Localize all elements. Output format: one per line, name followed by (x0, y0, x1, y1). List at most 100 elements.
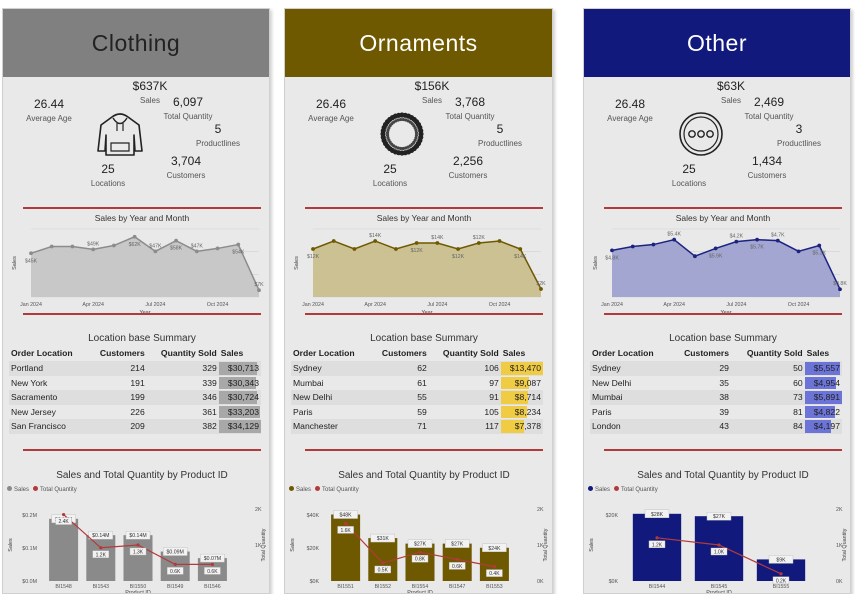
x-tick-label: BI1546 (204, 584, 221, 590)
combo-chart-title: Sales and Total Quantity by Product ID (637, 470, 809, 481)
table-row[interactable]: Sydney 62 106 $13,470 (291, 361, 543, 376)
sales-point (796, 249, 801, 254)
data-label: $7K (254, 282, 264, 288)
kpi-customers-label: Customers (747, 171, 787, 180)
legend-item[interactable]: Sales (289, 486, 311, 493)
table-row[interactable]: New Delhi 35 60 $4,954 (590, 376, 842, 391)
table-row[interactable]: San Francisco 209 382 $34,129 (9, 419, 261, 434)
column-header[interactable]: Customers (370, 345, 429, 361)
column-header[interactable]: Sales (805, 345, 842, 361)
customers-cell: 59 (417, 406, 427, 417)
sales-cell: $30,343 (218, 376, 261, 391)
data-label: $58K (170, 246, 183, 252)
legend-item[interactable]: Sales (7, 486, 29, 493)
column-header[interactable]: Customers (671, 345, 731, 361)
hoodie-outline (97, 113, 143, 156)
quantity-value-label: 1.6K (340, 528, 351, 534)
customers-cell: 209 (87, 419, 147, 434)
y-right-axis-label: Total Quantity (842, 528, 848, 561)
location-cell: Sydney (590, 361, 671, 376)
hoodie-hood (112, 117, 128, 125)
combo-chart-legend: Sales Total Quantity (588, 486, 658, 493)
sales-cell: $30,713 (218, 361, 261, 376)
table-row[interactable]: New York 191 339 $30,343 (9, 376, 261, 391)
legend-item[interactable]: Total Quantity (315, 486, 359, 493)
column-header[interactable]: Order Location (291, 345, 370, 361)
data-label: $49K (87, 241, 100, 247)
sales-bar (49, 518, 79, 581)
kpi-productlines: 5 Productlines (471, 122, 529, 148)
column-header[interactable]: Sales (501, 345, 543, 361)
column-header[interactable]: Order Location (9, 345, 88, 361)
table-row[interactable]: Portland 214 329 $30,713 (9, 361, 261, 376)
location-cell: Sydney (291, 361, 370, 376)
line-chart-title: Sales by Year and Month (675, 213, 771, 223)
divider (305, 449, 543, 451)
button-hole (697, 130, 705, 138)
sales-point (672, 237, 677, 242)
sales-value: $33,203 (227, 406, 259, 417)
y-right-tick: 0K (836, 579, 843, 585)
customers-cell: 35 (719, 377, 729, 388)
legend-item[interactable]: Sales (588, 486, 610, 493)
sales-point (236, 242, 241, 247)
sales-value: $8,234 (514, 406, 541, 417)
bar-value-label: $27K (713, 514, 726, 520)
kpi-total-quantity-value: 6,097 (172, 95, 204, 109)
table-row[interactable]: Mumbai 61 97 $9,087 (291, 376, 543, 391)
sales-point (91, 247, 96, 252)
combo-chart-title: Sales and Total Quantity by Product ID (338, 470, 510, 481)
table-row[interactable]: Mumbai 38 73 $5,891 (590, 390, 842, 405)
customers-cell: 226 (130, 406, 145, 417)
legend-swatch (614, 486, 620, 491)
table-row[interactable]: Manchester 71 117 $7,378 (291, 419, 543, 434)
sales-cell: $5,891 (804, 390, 842, 405)
column-header[interactable]: Quantity Sold (731, 345, 805, 361)
x-axis-label: Product ID (706, 590, 732, 593)
x-tick-label: Oct 2024 (207, 302, 229, 308)
panel-title: Clothing (3, 9, 269, 77)
sales-bar (160, 551, 190, 581)
kpi-average-age-label: Average Age (26, 114, 72, 123)
table-header-row: Order Location Customers Quantity Sold Sale… (9, 345, 261, 361)
y-left-axis-label: Sales (290, 538, 296, 552)
table-row[interactable]: Paris 59 105 $8,234 (291, 405, 543, 420)
y-left-tick: $20K (606, 513, 619, 519)
x-tick-label: Jul 2024 (427, 302, 447, 308)
column-header[interactable]: Customers (88, 345, 147, 361)
button-icon (679, 112, 723, 156)
legend-item[interactable]: Total Quantity (614, 486, 658, 493)
column-header[interactable]: Quantity Sold (147, 345, 219, 361)
sales-area (313, 241, 541, 297)
legend-label: Sales (296, 487, 312, 493)
x-tick-label: Oct 2024 (489, 302, 511, 308)
legend-item[interactable]: Total Quantity (33, 486, 77, 493)
sales-value: $30,724 (227, 392, 259, 403)
quantity-point (381, 561, 385, 565)
table-row[interactable]: Paris 39 81 $4,822 (590, 405, 842, 420)
panel-title: Ornaments (285, 9, 552, 77)
column-header[interactable]: Sales (219, 345, 261, 361)
customers-cell: 214 (87, 361, 147, 376)
y-left-tick: $0.2M (22, 513, 37, 519)
kpi-average-age-value: 26.48 (614, 97, 646, 111)
x-tick-label: BI1544 (649, 584, 666, 590)
customers-cell: 61 (417, 377, 427, 388)
kpi-locations: 25 Locations (365, 162, 415, 188)
table-row[interactable]: Sacramento 199 346 $30,724 (9, 390, 261, 405)
divider (604, 207, 842, 209)
sales-value: $8,714 (514, 392, 541, 403)
table-row[interactable]: New Delhi 55 91 $8,714 (291, 390, 543, 405)
table-row[interactable]: New Jersey 226 361 $33,203 (9, 405, 261, 420)
kpi-customers-label: Customers (166, 171, 206, 180)
table-row[interactable]: Sydney 29 50 $5,557 (590, 361, 842, 376)
kpi-productlines-value: 5 (496, 122, 504, 136)
sales-value: $30,343 (227, 377, 259, 388)
column-header[interactable]: Quantity Sold (429, 345, 501, 361)
table-title: Location base Summary (669, 333, 777, 344)
table-row[interactable]: London 43 84 $4,197 (590, 419, 842, 434)
panel-title: Other (584, 9, 850, 77)
location-cell: New Delhi (291, 390, 370, 405)
column-header[interactable]: Order Location (590, 345, 671, 361)
x-axis-label: Product ID (125, 590, 151, 593)
